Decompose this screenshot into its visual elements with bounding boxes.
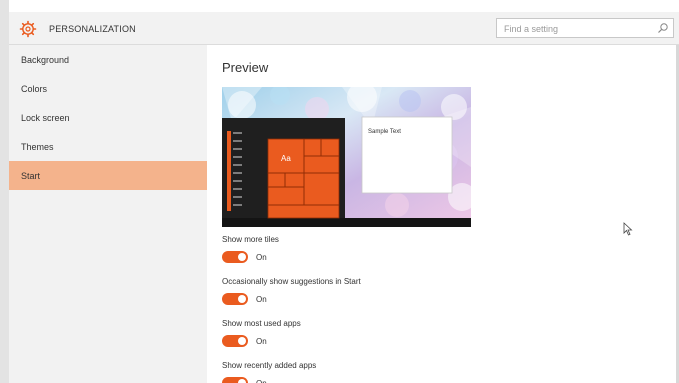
setting-label-recently-added: Show recently added apps: [222, 361, 317, 370]
preview-image: Aa Sample Text: [222, 87, 471, 227]
gear-icon: [19, 20, 37, 38]
toggle-state-label: On: [256, 253, 267, 262]
sidebar-item-start[interactable]: Start: [9, 161, 207, 190]
toggle-most-used[interactable]: [222, 335, 248, 347]
sidebar-item-themes[interactable]: Themes: [9, 132, 207, 161]
toggle-knob: [238, 337, 246, 345]
search-placeholder: Find a setting: [504, 24, 559, 34]
toggle-show-more-tiles[interactable]: [222, 251, 248, 263]
toggle-knob: [238, 379, 246, 383]
toggle-recently-added[interactable]: [222, 377, 248, 383]
preview-sample-text: Sample Text: [368, 129, 401, 135]
sidebar-item-label: Start: [21, 171, 41, 181]
header-bar: PERSONALIZATION Find a setting: [9, 12, 679, 45]
toggle-suggestions[interactable]: [222, 293, 248, 305]
section-heading: Preview: [222, 60, 269, 75]
sidebar-item-label: Lock screen: [21, 113, 70, 123]
start-preview: Aa Sample Text: [222, 87, 471, 227]
sidebar-item-background[interactable]: Background: [9, 45, 207, 74]
sidebar: Background Colors Lock screen Themes Sta…: [9, 45, 207, 383]
preview-tiles: [268, 139, 339, 218]
main-content: Preview Aa Sample Text Show more tiles O…: [207, 45, 679, 383]
page-title: PERSONALIZATION: [49, 24, 136, 34]
toggle-state-label: On: [256, 337, 267, 346]
window-top-border: [0, 0, 679, 12]
toggle-state-label: On: [256, 295, 267, 304]
sidebar-item-label: Colors: [21, 84, 48, 94]
window-left-border: [0, 0, 9, 383]
preview-tile-label: Aa: [281, 154, 291, 163]
setting-label-most-used: Show most used apps: [222, 319, 301, 328]
toggle-state-label: On: [256, 379, 267, 383]
settings-window: PERSONALIZATION Find a setting Backgroun…: [0, 0, 679, 383]
mouse-cursor-icon: [623, 222, 633, 236]
sidebar-item-label: Themes: [21, 142, 54, 152]
search-icon[interactable]: [657, 22, 669, 34]
toggle-knob: [238, 295, 246, 303]
sidebar-item-label: Background: [21, 55, 70, 65]
setting-label-show-more-tiles: Show more tiles: [222, 235, 279, 244]
sidebar-item-colors[interactable]: Colors: [9, 74, 207, 103]
toggle-knob: [238, 253, 246, 261]
sidebar-item-lock-screen[interactable]: Lock screen: [9, 103, 207, 132]
setting-label-suggestions: Occasionally show suggestions in Start: [222, 277, 361, 286]
search-input[interactable]: Find a setting: [496, 18, 674, 38]
preview-taskbar: [222, 218, 471, 227]
